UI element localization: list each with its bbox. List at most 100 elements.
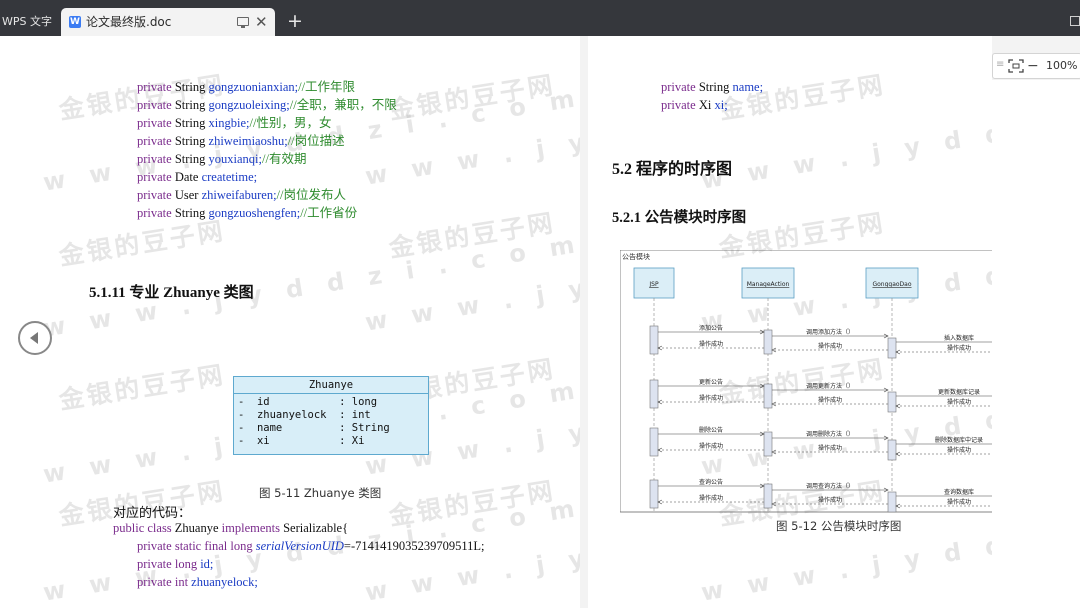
code-identifier: xingbie; <box>208 116 250 130</box>
message-label: 操作成功 <box>818 444 842 452</box>
page-edge <box>992 80 1080 608</box>
code-block-fields: private String gongzuonianxian;//工作年限 pri… <box>137 78 397 222</box>
code-comment: //工作年限 <box>298 80 356 94</box>
code-serial-line: private static final long serialVersionU… <box>137 539 485 553</box>
activation-bar <box>887 491 897 513</box>
message-label: 操作成功 <box>947 446 971 454</box>
code-field-line: private User zhiweifaburen;//岗位发布人 <box>137 186 397 204</box>
code-field-line: private String gongzuoshengfen;//工作省份 <box>137 204 397 222</box>
code-field-line: private Xi xi; <box>661 98 728 112</box>
watermark-brand: 金银的豆子网 <box>387 70 558 125</box>
code-field-line: private long id; <box>137 557 214 571</box>
uml-field: - zhuanyelock : int <box>238 409 371 421</box>
activation-bar <box>763 483 773 509</box>
code-type: String <box>174 116 209 130</box>
code-field-line: private int zhuanyelock; <box>137 575 258 589</box>
uml-field: - xi : Xi <box>238 435 365 447</box>
zoom-out-button[interactable]: − <box>1027 55 1039 77</box>
watermark-brand: 金银的豆子网 <box>57 360 228 415</box>
tab-document[interactable]: W 论文最终版.doc ✕ <box>61 8 275 36</box>
activation-bar <box>649 479 659 509</box>
sequence-frame <box>620 250 992 513</box>
message-label: 插入数据库 <box>944 334 974 342</box>
code-comment: //工作省份 <box>300 206 358 220</box>
lifeline-label: ManageAction <box>747 281 790 288</box>
code-identifier: youxianqi; <box>208 152 262 166</box>
message-label: 调用删除方法（） <box>806 430 854 438</box>
uml-class-diagram: Zhuanye - id : long - zhuanyelock : int … <box>233 376 429 455</box>
document-page-right: 金银的豆子网 w w w . j y d d z i . c o m 金银的豆子… <box>588 36 992 608</box>
monitor-icon[interactable] <box>237 17 249 28</box>
activation-bar <box>887 439 897 461</box>
restore-window-icon[interactable] <box>1070 16 1080 26</box>
code-keyword: private <box>137 170 175 184</box>
document-page-left: 金银的豆子网 金银的豆子网 w w w . j y d d z i . c o … <box>0 36 580 608</box>
activation-bar <box>763 383 773 409</box>
lifeline-label: JSP <box>648 281 659 288</box>
message-label: 操作成功 <box>699 340 723 348</box>
code-keyword: private <box>137 152 175 166</box>
drag-handle-icon[interactable]: ≡ <box>996 59 1004 70</box>
section-heading: 5.2 程序的时序图 <box>612 161 733 178</box>
section-heading: 5.1.11 专业 Zhuanye 类图 <box>89 285 254 301</box>
message-label: 添加公告 <box>699 324 723 332</box>
frame-label: 公告模块 <box>622 252 650 261</box>
message-label: 操作成功 <box>699 442 723 450</box>
activation-bar <box>763 431 773 457</box>
code-keyword: private <box>137 98 175 112</box>
activation-bar <box>649 379 659 409</box>
previous-page-button[interactable] <box>18 321 52 355</box>
code-keyword: private <box>137 206 175 220</box>
watermark-brand: 金银的豆子网 <box>387 476 558 531</box>
code-type: String <box>174 98 209 112</box>
message-label: 删除数据库中记录 <box>935 436 983 444</box>
code-identifier: zhiweifaburen; <box>201 188 277 202</box>
message-label: 操作成功 <box>699 494 723 502</box>
fit-page-icon[interactable] <box>1008 59 1024 73</box>
activation-bar <box>649 325 659 355</box>
sequence-diagram: 公告模块JSPManageActionGonggaoDao数据库访添加公告调用添… <box>620 250 992 513</box>
message-label: 查询公告 <box>699 478 723 486</box>
uml-field: - id : long <box>238 396 378 408</box>
activation-bar <box>763 329 773 355</box>
wps-doc-icon: W <box>69 16 81 28</box>
code-field-line: private String xingbie;//性别，男，女 <box>137 114 397 132</box>
code-keyword: private <box>137 134 175 148</box>
watermark-brand: 金银的豆子网 <box>717 70 888 125</box>
message-label: 调用添加方法（） <box>806 328 854 336</box>
message-label: 调用查询方法（） <box>806 482 854 490</box>
code-identifier: gongzuonianxian; <box>208 80 299 94</box>
activation-bar <box>649 427 659 457</box>
lifeline-label: GonggaoDao <box>872 281 911 288</box>
message-label: 操作成功 <box>818 496 842 504</box>
watermark-url: w w w . j y d d z i . c o m <box>699 82 992 195</box>
code-type: String <box>174 152 209 166</box>
code-identifier: gongzuoshengfen; <box>208 206 301 220</box>
add-tab-button[interactable]: + <box>287 9 303 33</box>
watermark-brand: 金银的豆子网 <box>387 208 558 263</box>
code-keyword: private <box>137 116 175 130</box>
uml-field: - name : String <box>238 422 390 434</box>
code-keyword: private <box>137 80 175 94</box>
code-field-line: private String gongzuonianxian;//工作年限 <box>137 78 397 96</box>
code-type: User <box>174 188 202 202</box>
uml-class-name: Zhuanye <box>234 377 428 394</box>
code-type: String <box>174 206 209 220</box>
close-tab-icon[interactable]: ✕ <box>255 8 268 36</box>
code-comment: //性别，男，女 <box>249 116 332 130</box>
zoom-level[interactable]: 100% <box>1046 54 1077 78</box>
code-field-line: private String youxianqi;//有效期 <box>137 150 397 168</box>
code-type: Date <box>174 170 202 184</box>
message-label: 操作成功 <box>818 396 842 404</box>
code-identifier: gongzuoleixing; <box>208 98 290 112</box>
message-label: 更新数据库记录 <box>938 388 980 396</box>
watermark-url: w w w . j y d d z i . c o m <box>363 224 580 337</box>
code-comment: //岗位描述 <box>287 134 345 148</box>
message-label: 操作成功 <box>818 342 842 350</box>
tab-wps-writer[interactable]: WPS 文字 <box>0 8 58 36</box>
zoom-control: ≡ − 100% <box>992 53 1080 79</box>
code-field-line: private Date createtime; <box>137 168 397 186</box>
code-comment: //全职，兼职，不限 <box>289 98 397 112</box>
code-type: String <box>174 80 209 94</box>
message-label: 调用更新方法（） <box>806 382 854 390</box>
